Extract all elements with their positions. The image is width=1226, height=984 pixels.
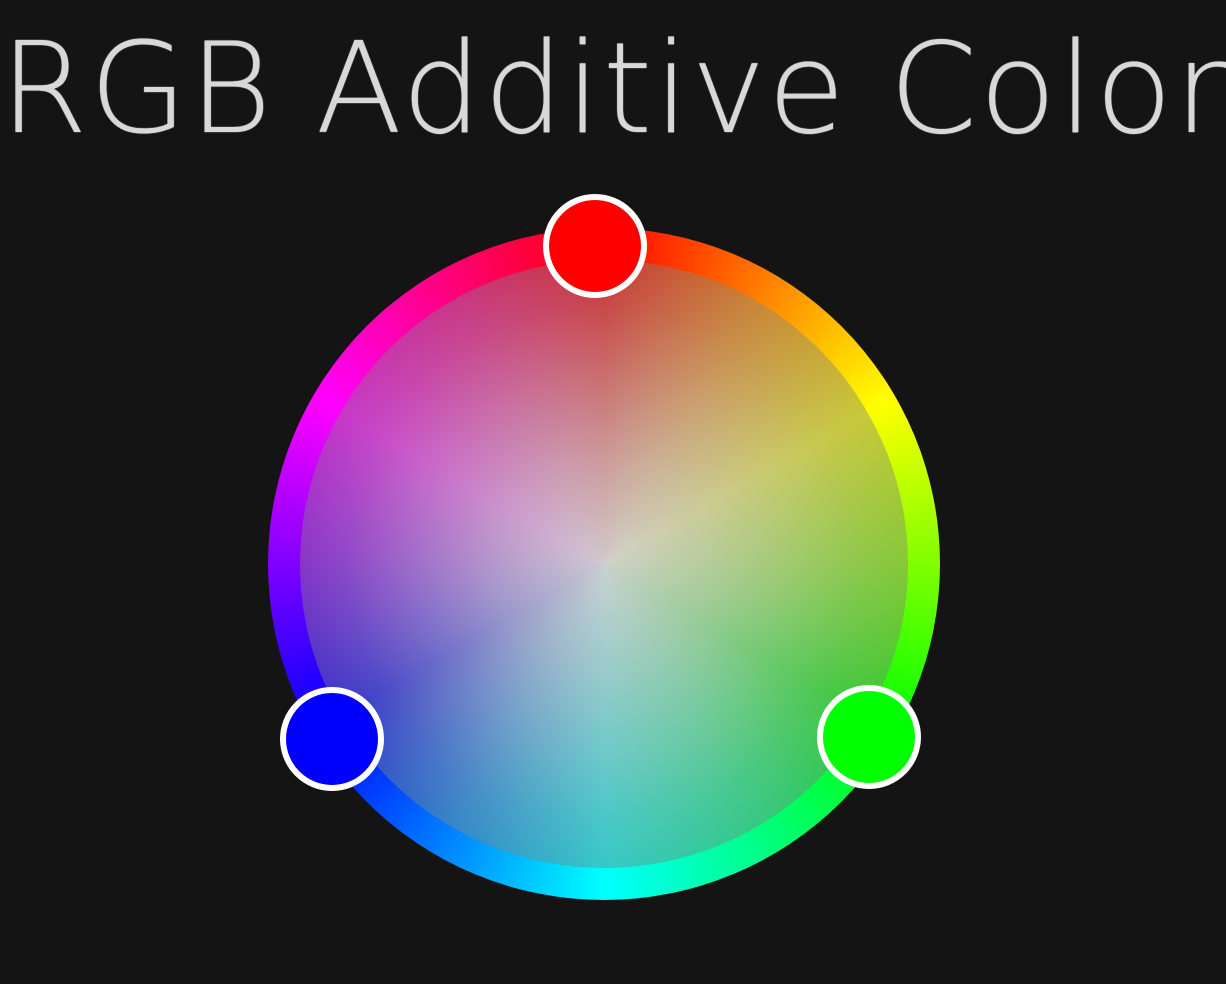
page: RGB Additive Color [0,0,1226,984]
page-title: RGB Additive Color [0,15,1226,162]
blue-handle[interactable] [280,687,384,791]
red-handle[interactable] [543,194,647,298]
green-handle[interactable] [817,685,921,789]
color-wheel[interactable] [268,228,940,900]
white-center-glow [300,260,908,868]
